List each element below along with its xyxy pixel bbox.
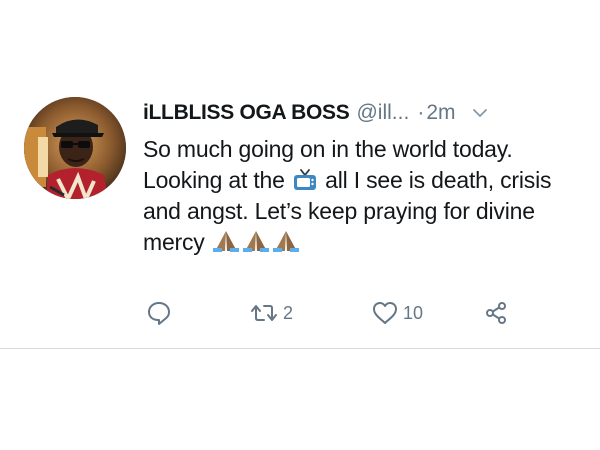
separator-dot: · — [417, 101, 425, 124]
like-button[interactable]: 10 — [371, 296, 423, 330]
tweet-divider — [0, 348, 600, 349]
user-handle[interactable]: @ill... — [356, 101, 409, 125]
chevron-down-icon[interactable] — [470, 103, 490, 123]
reply-icon — [145, 299, 173, 327]
retweet-icon — [249, 299, 279, 327]
heart-icon — [371, 299, 399, 327]
like-count: 10 — [403, 302, 424, 323]
tweet-page: iLLBLISS OGA BOSS @ill... · 2m So much g… — [0, 0, 600, 450]
praying-hands-icon — [211, 229, 241, 252]
television-icon — [293, 168, 317, 190]
display-name[interactable]: iLLBLISS OGA BOSS — [143, 101, 350, 125]
praying-hands-icon — [241, 229, 271, 252]
reply-button[interactable] — [145, 296, 177, 330]
share-icon — [483, 299, 511, 327]
tweet-card[interactable]: iLLBLISS OGA BOSS @ill... · 2m So much g… — [0, 0, 600, 348]
avatar-photo — [24, 97, 126, 199]
share-button[interactable] — [483, 296, 511, 330]
tweet-text: So much going on in the world today. Loo… — [143, 134, 563, 258]
avatar[interactable] — [24, 97, 126, 199]
tweet-header: iLLBLISS OGA BOSS @ill... · 2m — [143, 98, 490, 128]
praying-hands-icon — [271, 229, 301, 252]
timestamp[interactable]: 2m — [426, 101, 455, 125]
retweet-count: 2 — [283, 302, 294, 323]
retweet-button[interactable]: 2 — [249, 296, 293, 330]
tweet-actions: 2 10 — [145, 296, 565, 330]
